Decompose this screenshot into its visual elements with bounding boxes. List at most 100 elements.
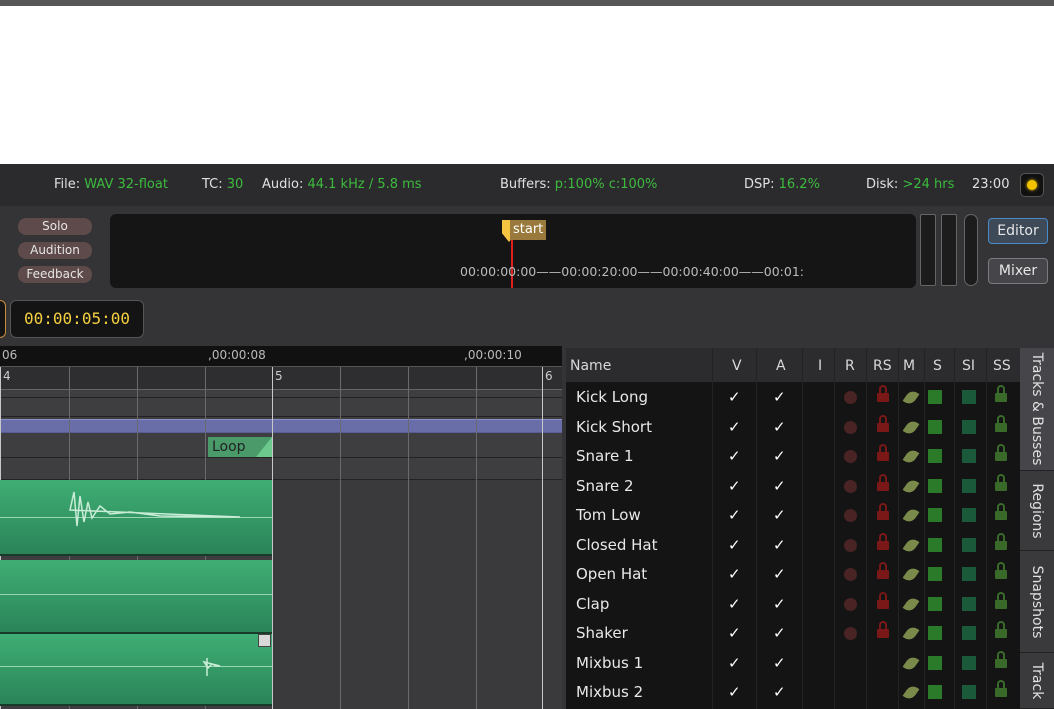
solo-icon[interactable]	[928, 567, 942, 581]
scroll-handle[interactable]	[964, 214, 978, 286]
track-name[interactable]: Snare 2	[576, 477, 634, 495]
rec-safe-lock-icon[interactable]	[877, 414, 889, 432]
feedback-button[interactable]: Feedback	[18, 266, 92, 283]
track-list-row[interactable]: Closed Hat ✓ ✓	[566, 530, 1020, 560]
active-checkbox[interactable]: ✓	[773, 595, 786, 613]
tab-tracks-busses[interactable]: Tracks & Busses	[1020, 348, 1054, 471]
solo-isolate-icon[interactable]	[962, 596, 976, 611]
active-checkbox[interactable]: ✓	[773, 624, 786, 642]
col-name-header[interactable]: Name	[570, 358, 611, 374]
mixer-button[interactable]: Mixer	[988, 258, 1048, 284]
solo-icon[interactable]	[928, 626, 942, 640]
track-list-row[interactable]: Tom Low ✓ ✓	[566, 500, 1020, 530]
solo-isolate-icon[interactable]	[962, 478, 976, 493]
track-name[interactable]: Snare 1	[576, 447, 634, 465]
solo-safe-lock-icon[interactable]	[995, 680, 1007, 697]
solo-safe-lock-icon[interactable]	[995, 591, 1007, 609]
active-checkbox[interactable]: ✓	[773, 565, 786, 583]
active-checkbox[interactable]: ✓	[773, 447, 786, 465]
track-list-row[interactable]: Mixbus 1 ✓ ✓	[566, 648, 1020, 678]
track-list-row[interactable]: Open Hat ✓ ✓	[566, 559, 1020, 589]
col-input-header[interactable]: I	[818, 358, 822, 374]
loop-range-bar[interactable]	[0, 419, 562, 433]
tab-regions[interactable]: Regions	[1020, 471, 1054, 551]
track-list-row[interactable]: Snare 2 ✓ ✓	[566, 471, 1020, 501]
track-list-row[interactable]: Shaker ✓ ✓	[566, 618, 1020, 648]
col-solo-safe-header[interactable]: SS	[993, 358, 1011, 374]
editor-button[interactable]: Editor	[988, 218, 1048, 244]
track-name[interactable]: Clap	[576, 595, 609, 613]
visible-checkbox[interactable]: ✓	[728, 683, 741, 701]
active-checkbox[interactable]: ✓	[773, 388, 786, 406]
active-checkbox[interactable]: ✓	[773, 418, 786, 436]
track-name[interactable]: Mixbus 1	[576, 654, 643, 672]
rec-safe-lock-icon[interactable]	[877, 503, 889, 520]
mute-icon[interactable]	[902, 388, 920, 407]
mute-icon[interactable]	[902, 535, 920, 555]
track-name[interactable]: Mixbus 2	[576, 683, 643, 701]
solo-safe-lock-icon[interactable]	[995, 562, 1007, 579]
mute-icon[interactable]	[902, 476, 920, 496]
track-name[interactable]: Kick Long	[576, 388, 648, 406]
record-enable-icon[interactable]	[844, 509, 857, 522]
visible-checkbox[interactable]: ✓	[728, 595, 741, 613]
rec-safe-lock-icon[interactable]	[877, 444, 889, 461]
record-enable-icon[interactable]	[844, 391, 857, 404]
rec-safe-lock-icon[interactable]	[877, 621, 889, 638]
mute-icon[interactable]	[902, 506, 920, 525]
loop-marker[interactable]: Loop	[208, 437, 272, 457]
record-enable-icon[interactable]	[844, 479, 857, 493]
visible-checkbox[interactable]: ✓	[728, 654, 741, 672]
solo-safe-lock-icon[interactable]	[995, 621, 1007, 638]
tab-snapshots[interactable]: Snapshots	[1020, 551, 1054, 653]
mute-icon[interactable]	[902, 683, 920, 702]
track-name[interactable]: Tom Low	[576, 506, 641, 524]
solo-isolate-icon[interactable]	[962, 537, 976, 552]
solo-safe-lock-icon[interactable]	[995, 532, 1007, 550]
track-list-row[interactable]: Snare 1 ✓ ✓	[566, 441, 1020, 471]
record-status-button[interactable]	[1020, 173, 1044, 197]
col-record-header[interactable]: R	[845, 358, 855, 374]
solo-safe-lock-icon[interactable]	[995, 414, 1007, 432]
solo-isolate-icon[interactable]	[962, 567, 976, 581]
record-enable-icon[interactable]	[844, 450, 857, 463]
col-solo-header[interactable]: S	[933, 358, 942, 374]
track-list-row[interactable]: Kick Long ✓ ✓	[566, 382, 1020, 412]
record-enable-icon[interactable]	[844, 597, 857, 611]
rec-safe-lock-icon[interactable]	[877, 385, 889, 402]
mute-icon[interactable]	[902, 594, 920, 614]
track-list-row[interactable]: Clap ✓ ✓	[566, 589, 1020, 619]
record-enable-icon[interactable]	[844, 568, 857, 581]
solo-icon[interactable]	[928, 685, 942, 699]
start-marker-label[interactable]: start	[510, 220, 547, 240]
active-checkbox[interactable]: ✓	[773, 654, 786, 672]
solo-isolate-icon[interactable]	[962, 390, 976, 404]
track-name[interactable]: Shaker	[576, 624, 628, 642]
audio-region[interactable]	[0, 480, 272, 556]
solo-isolate-icon[interactable]	[962, 655, 976, 670]
rec-safe-lock-icon[interactable]	[877, 591, 889, 609]
mute-icon[interactable]	[902, 565, 920, 584]
empty-track-area[interactable]	[273, 480, 562, 709]
solo-button[interactable]: Solo	[18, 218, 92, 235]
visible-checkbox[interactable]: ✓	[728, 388, 741, 406]
mute-icon[interactable]	[902, 417, 920, 437]
tab-track[interactable]: Track	[1020, 653, 1054, 709]
record-enable-icon[interactable]	[844, 627, 857, 640]
col-active-header[interactable]: A	[776, 358, 786, 374]
solo-safe-lock-icon[interactable]	[995, 385, 1007, 402]
solo-isolate-icon[interactable]	[962, 419, 976, 434]
track-name[interactable]: Closed Hat	[576, 536, 658, 554]
solo-icon[interactable]	[928, 390, 942, 404]
col-mute-header[interactable]: M	[903, 358, 915, 374]
active-checkbox[interactable]: ✓	[773, 683, 786, 701]
solo-safe-lock-icon[interactable]	[995, 473, 1007, 491]
solo-isolate-icon[interactable]	[962, 508, 976, 522]
record-enable-icon[interactable]	[844, 538, 857, 552]
mute-icon[interactable]	[902, 624, 920, 643]
active-checkbox[interactable]: ✓	[773, 477, 786, 495]
track-list-row[interactable]: Kick Short ✓ ✓	[566, 412, 1020, 442]
visible-checkbox[interactable]: ✓	[728, 565, 741, 583]
audio-region[interactable]	[0, 634, 272, 706]
visible-checkbox[interactable]: ✓	[728, 536, 741, 554]
